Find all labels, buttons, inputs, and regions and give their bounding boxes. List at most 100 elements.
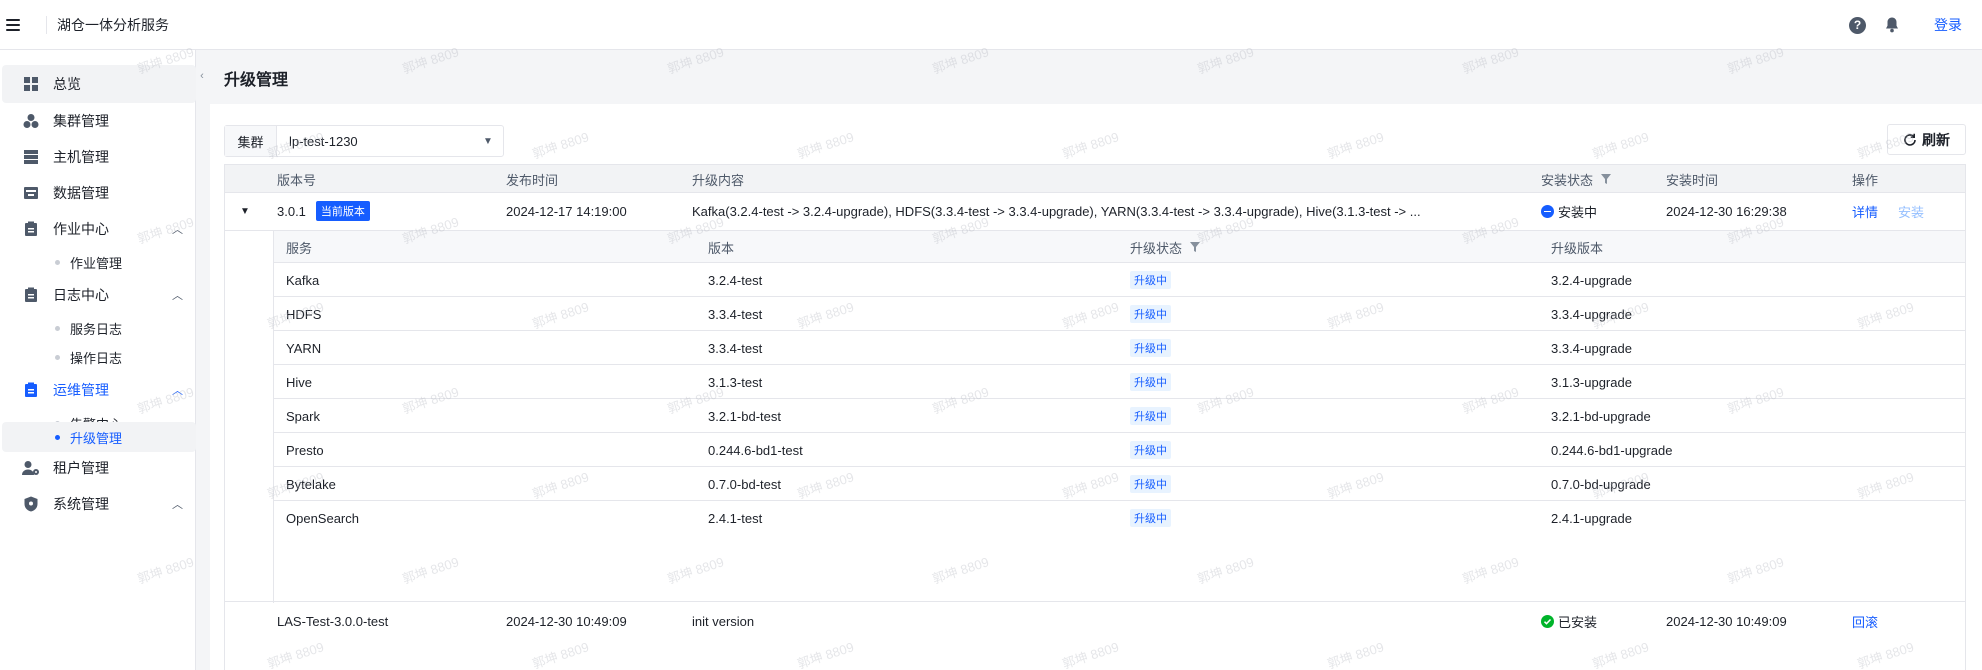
caret-down-icon[interactable]: ▼: [473, 126, 503, 156]
check-circle-icon: [1541, 614, 1554, 628]
collapse-row-icon[interactable]: ▼: [240, 193, 250, 229]
status-badge: 升级中: [1130, 475, 1171, 493]
service-version: 3.1.3-test: [708, 374, 763, 390]
sidebar-subitem-job-manage[interactable]: 作业管理: [2, 246, 196, 278]
status-badge: 升级中: [1130, 509, 1171, 527]
service-version: 3.2.1-bd-test: [708, 408, 781, 424]
sidebar-item-label: 集群管理: [53, 113, 109, 129]
install-link[interactable]: 安装: [1898, 202, 1924, 221]
sub-table-row: Spark 3.2.1-bd-test 升级中 3.2.1-bd-upgrade: [274, 399, 1965, 433]
status-badge: 升级中: [1130, 339, 1171, 357]
release-time: 2024-12-17 14:19:00: [506, 203, 627, 219]
column-header: 版本: [708, 240, 735, 256]
sidebar-item-host[interactable]: 主机管理: [2, 138, 196, 176]
refresh-icon: [1904, 133, 1916, 146]
target-version: 2.4.1-upgrade: [1551, 510, 1632, 526]
status-badge: 升级中: [1130, 373, 1171, 391]
target-version: 0.244.6-bd1-upgrade: [1551, 442, 1673, 458]
actions: 详情 安装: [1852, 193, 1924, 229]
upgrade-content: Kafka(3.2.4-test -> 3.2.4-upgrade), HDFS…: [692, 203, 1421, 219]
column-header: 安装时间: [1666, 172, 1719, 188]
install-status: 安装中: [1541, 193, 1597, 229]
help-icon[interactable]: ?: [1849, 16, 1866, 34]
sidebar-item-overview[interactable]: 总览: [2, 65, 196, 103]
table-row: LAS-Test-3.0.0-test 2024-12-30 10:49:09 …: [225, 603, 1965, 639]
chevron-up-icon: ︿: [172, 290, 183, 302]
clipboard-icon: [22, 220, 40, 238]
target-version: 3.1.3-upgrade: [1551, 374, 1632, 390]
dot-icon: [55, 325, 60, 331]
target-version: 3.3.4-upgrade: [1551, 340, 1632, 356]
sidebar-item-tenant[interactable]: 租户管理: [2, 449, 196, 487]
service-version: 0.244.6-bd1-test: [708, 442, 803, 458]
upgrade-content: init version: [692, 613, 755, 629]
sidebar-item-label: 数据管理: [53, 185, 109, 201]
cluster-value[interactable]: lp-test-1230: [277, 126, 473, 156]
status-badge: 升级中: [1130, 441, 1171, 459]
sub-table-row: Hive 3.1.3-test 升级中 3.1.3-upgrade: [274, 365, 1965, 399]
sidebar: 总览 集群管理 主机管理 数据管理 作业中心 ︿ 作业管理 日志中心 ︿ 服务日…: [0, 50, 196, 670]
service-name: HDFS: [286, 306, 322, 322]
upgrade-status: 升级中: [1130, 365, 1171, 399]
upgrade-status: 升级中: [1130, 433, 1171, 467]
sidebar-subitem-operation-log[interactable]: 操作日志: [2, 341, 196, 373]
sub-table-row: Bytelake 0.7.0-bd-test 升级中 0.7.0-bd-upgr…: [274, 467, 1965, 501]
sidebar-item-ops[interactable]: 运维管理 ︿: [2, 371, 196, 409]
service-version: 3.2.4-test: [708, 272, 763, 288]
service-version: 3.3.4-test: [708, 306, 763, 322]
sidebar-item-log-center[interactable]: 日志中心 ︿: [2, 276, 196, 314]
column-header: 升级内容: [692, 172, 745, 188]
service-name: Kafka: [286, 272, 320, 288]
service-name: Presto: [286, 442, 324, 458]
cluster-select[interactable]: 集群 lp-test-1230 ▼: [224, 125, 504, 157]
sidebar-item-label: 服务日志: [70, 321, 123, 337]
dashboard-icon: [22, 75, 40, 93]
filter-icon[interactable]: [1601, 174, 1612, 184]
column-header-label: 安装状态: [1541, 172, 1594, 188]
details-link[interactable]: 详情: [1852, 202, 1878, 221]
login-link[interactable]: 登录: [1934, 15, 1962, 35]
installing-icon: [1541, 204, 1554, 218]
sub-table-header: 服务 版本 升级状态 升级版本: [274, 231, 1965, 263]
sidebar-item-label: 运维管理: [53, 382, 109, 398]
column-header: 版本号: [277, 172, 317, 188]
sidebar-subitem-service-log[interactable]: 服务日志: [2, 312, 196, 344]
sub-table: 服务 版本 升级状态 升级版本 Kafka 3.2.4-test 升级中 3.2…: [225, 230, 1965, 603]
refresh-button[interactable]: 刷新: [1887, 124, 1966, 155]
rollback-link[interactable]: 回滚: [1852, 612, 1878, 631]
service-name: Hive: [286, 374, 313, 390]
version-number: LAS-Test-3.0.0-test: [277, 613, 389, 629]
release-time: 2024-12-30 10:49:09: [506, 613, 627, 629]
install-time: 2024-12-30 10:49:09: [1666, 613, 1787, 629]
sidebar-item-data[interactable]: 数据管理: [2, 174, 196, 212]
sidebar-item-system[interactable]: 系统管理 ︿: [2, 485, 196, 523]
sidebar-item-label: 操作日志: [70, 350, 123, 366]
upgrade-status: 升级中: [1130, 399, 1171, 433]
table-header: 版本号 发布时间 升级内容 安装状态 安装时间 操作: [225, 165, 1965, 193]
status-badge: 升级中: [1130, 271, 1171, 289]
menu-icon[interactable]: [6, 18, 20, 31]
refresh-label: 刷新: [1922, 131, 1950, 148]
filter-icon[interactable]: [1190, 242, 1201, 252]
upgrade-table: 版本号 发布时间 升级内容 安装状态 安装时间 操作 ▼ 3.0.1 当前版本 …: [224, 164, 1966, 670]
status-text: 已安装: [1558, 614, 1598, 630]
service-version: 3.3.4-test: [708, 340, 763, 356]
bell-icon[interactable]: [1884, 17, 1900, 34]
data-icon: [22, 184, 40, 202]
divider: [46, 15, 47, 34]
sub-table-row: OpenSearch 2.4.1-test 升级中 2.4.1-upgrade: [274, 501, 1965, 535]
sidebar-subitem-upgrade[interactable]: 升级管理: [2, 422, 196, 452]
target-version: 3.2.4-upgrade: [1551, 272, 1632, 288]
collapse-sidebar-icon[interactable]: ‹: [196, 64, 208, 88]
sidebar-item-label: 系统管理: [53, 496, 109, 512]
sidebar-item-cluster[interactable]: 集群管理: [2, 102, 196, 140]
upgrade-status: 升级中: [1130, 297, 1171, 331]
sidebar-item-job-center[interactable]: 作业中心 ︿: [2, 210, 196, 248]
shield-icon: [22, 495, 40, 513]
service-version: 2.4.1-test: [708, 510, 763, 526]
main-area: 升级管理 集群 lp-test-1230 ▼ 刷新 版本号 发布时间 升级内容 …: [210, 50, 1982, 670]
column-header: 操作: [1852, 172, 1879, 188]
service-name: OpenSearch: [286, 510, 359, 526]
dot-icon: [55, 354, 60, 360]
cluster-label: 集群: [225, 126, 277, 156]
